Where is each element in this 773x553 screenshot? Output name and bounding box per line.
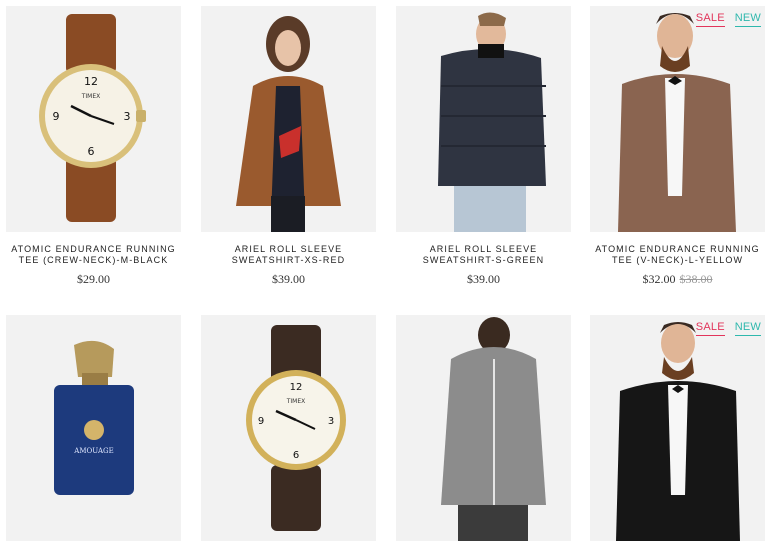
product-image[interactable]: AMOUAGE [6,315,181,541]
product-badges: SALE NEW [695,12,761,27]
current-price: $39.00 [272,272,305,286]
sale-badge: SALE [695,321,725,336]
svg-text:9: 9 [258,416,264,427]
product-grid: 12 6 9 3 TIMEX ATOMIC ENDURANCE RUNNING TE… [0,0,773,553]
product-price: $32.00 $38.00 [590,272,765,287]
current-price: $32.00 [642,272,676,286]
svg-text:6: 6 [88,145,95,158]
svg-text:9: 9 [53,110,60,123]
sale-badge: SALE [695,12,725,27]
svg-text:3: 3 [328,416,334,427]
product-price: $39.00 [396,272,571,287]
product-image[interactable] [396,6,571,232]
product-price: $29.00 [6,272,181,287]
product-image[interactable]: 12 6 9 3 TIMEX [201,315,376,541]
svg-text:6: 6 [293,450,299,461]
old-price: $38.00 [679,272,713,286]
product-title[interactable]: ATOMIC ENDURANCE RUNNING TEE (V-NECK)-L-… [590,244,765,266]
product-price: $39.00 [201,272,376,287]
product-image[interactable] [201,6,376,232]
svg-text:12: 12 [84,75,98,88]
new-badge: NEW [734,12,761,27]
svg-text:AMOUAGE: AMOUAGE [73,447,113,455]
current-price: $39.00 [467,272,500,286]
product-title[interactable]: ARIEL ROLL SLEEVE SWEATSHIRT-XS-RED [201,244,376,266]
svg-text:3: 3 [124,110,131,123]
svg-text:TIMEX: TIMEX [286,398,306,405]
current-price: $29.00 [77,272,110,286]
svg-text:TIMEX: TIMEX [81,93,101,100]
new-badge: NEW [734,321,761,336]
product-image[interactable] [590,6,765,232]
product-image[interactable] [590,315,765,541]
svg-text:12: 12 [290,382,303,393]
product-title[interactable]: ARIEL ROLL SLEEVE SWEATSHIRT-S-GREEN [396,244,571,266]
product-badges: SALE NEW [695,321,761,336]
product-title[interactable]: ATOMIC ENDURANCE RUNNING TEE (CREW-NECK)… [6,244,181,266]
product-image[interactable] [396,315,571,541]
product-image[interactable]: 12 6 9 3 TIMEX [6,6,181,232]
